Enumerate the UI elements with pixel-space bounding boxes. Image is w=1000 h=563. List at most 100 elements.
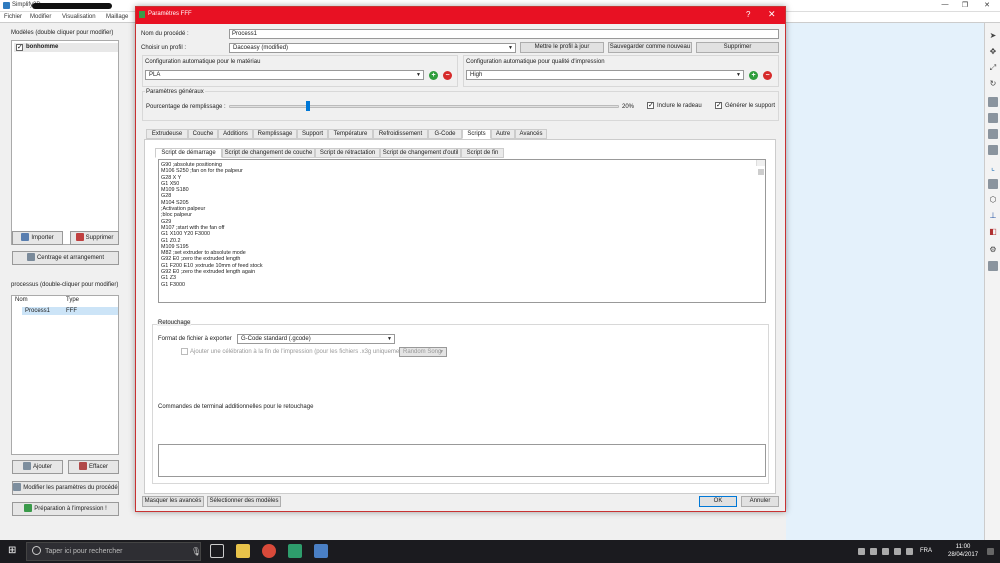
minimize-button[interactable]: —: [935, 1, 955, 11]
erase-process-button[interactable]: Effacer: [68, 460, 119, 474]
bed-icon[interactable]: [988, 261, 998, 271]
section-icon[interactable]: ◧: [988, 227, 998, 237]
select-cursor-icon[interactable]: ➤: [988, 31, 998, 41]
menu-file[interactable]: Fichier: [4, 14, 22, 20]
zoom-fit-icon[interactable]: ⤢: [988, 63, 998, 73]
hide-advanced-button[interactable]: Masquer les avancés: [142, 496, 204, 507]
tab-temperature[interactable]: Température: [328, 129, 373, 139]
tray-chevron-icon[interactable]: [858, 548, 865, 555]
quality-select[interactable]: High ▼: [466, 70, 744, 80]
microphone-icon[interactable]: 🎙: [191, 547, 201, 556]
list-item[interactable]: bonhomme: [14, 43, 118, 52]
start-script-textarea[interactable]: G90 ;absolute positioning M106 S250 ;fan…: [158, 159, 766, 303]
tray-app-icon[interactable]: [882, 548, 889, 555]
view-top-icon[interactable]: [988, 129, 998, 139]
cancel-button[interactable]: Annuler: [741, 496, 779, 507]
add-quality-button[interactable]: +: [749, 71, 758, 80]
tab-layer[interactable]: Couche: [188, 129, 218, 139]
tray-security-icon[interactable]: [870, 548, 877, 555]
view-side-icon[interactable]: [988, 145, 998, 155]
celebration-song-select[interactable]: Random Song ▼: [399, 347, 447, 357]
chevron-down-icon: ▼: [736, 72, 741, 78]
tab-infill[interactable]: Remplissage: [253, 129, 297, 139]
remove-quality-button[interactable]: −: [763, 71, 772, 80]
select-models-button[interactable]: Sélectionner des modèles: [207, 496, 281, 507]
subtab-start-script[interactable]: Script de démarrage: [155, 148, 222, 158]
process-name-input[interactable]: Process1: [229, 29, 779, 39]
tab-extruder[interactable]: Extrudeuse: [146, 129, 188, 139]
infill-slider[interactable]: [229, 105, 619, 108]
center-arrange-button[interactable]: Centrage et arrangement: [12, 251, 119, 265]
infill-slider-handle[interactable]: [306, 101, 310, 111]
tab-support[interactable]: Support: [297, 129, 328, 139]
remove-material-button[interactable]: −: [443, 71, 452, 80]
ok-button[interactable]: OK: [699, 496, 737, 507]
clock[interactable]: 11:00 28/04/2017: [948, 543, 978, 559]
save-new-profile-button[interactable]: Sauvegarder comme nouveau: [608, 42, 692, 53]
models-list[interactable]: bonhomme: [11, 40, 119, 245]
modify-process-button[interactable]: Modifier les paramètres du procédé: [12, 481, 119, 495]
move-icon[interactable]: ✥: [988, 47, 998, 57]
update-profile-button[interactable]: Mettre le profil à jour: [520, 42, 604, 53]
tab-other[interactable]: Autre: [491, 129, 515, 139]
menu-view[interactable]: Visualisation: [62, 14, 96, 20]
celebration-checkbox[interactable]: [181, 348, 188, 355]
tab-gcode[interactable]: G-Code: [428, 129, 462, 139]
import-button[interactable]: Importer: [12, 231, 63, 245]
menu-mesh[interactable]: Maillage: [106, 14, 128, 20]
taskbar-search[interactable]: Taper ici pour rechercher 🎙: [26, 542, 201, 561]
tab-scripts[interactable]: Scripts: [462, 129, 491, 139]
restore-button[interactable]: ❐: [955, 1, 975, 11]
model-visible-checkbox[interactable]: [16, 43, 23, 51]
support-checkbox[interactable]: [715, 101, 722, 109]
subtab-end-script[interactable]: Script de fin: [461, 148, 504, 158]
tab-advanced[interactable]: Avancés: [515, 129, 547, 139]
file-explorer-icon[interactable]: [236, 544, 250, 558]
close-dialog-button[interactable]: ✕: [768, 9, 776, 20]
material-select[interactable]: PLA ▼: [145, 70, 424, 80]
profile-select[interactable]: Dacoeasy (modified) ▼: [229, 43, 516, 53]
add-material-button[interactable]: +: [429, 71, 438, 80]
3d-viewport[interactable]: [786, 23, 984, 540]
view-iso-icon[interactable]: [988, 97, 998, 107]
export-format-select[interactable]: G-Code standard (.gcode) ▼: [237, 334, 395, 344]
script-scrollbar[interactable]: [756, 160, 765, 176]
windows-start-icon[interactable]: ⊞: [8, 545, 20, 557]
subtab-layer-change-script[interactable]: Script de changement de couche: [222, 148, 315, 158]
taskbar: ⊞ Taper ici pour rechercher 🎙 FRA 11:00 …: [0, 540, 1000, 563]
subtab-retraction-script[interactable]: Script de rétractation: [315, 148, 380, 158]
help-button[interactable]: ?: [746, 10, 750, 19]
input-language[interactable]: FRA: [920, 548, 932, 554]
process-table[interactable]: Nom Type Process1 FFF: [11, 295, 119, 455]
gear-icon[interactable]: ⚙: [988, 245, 998, 255]
axes-icon[interactable]: ⌞: [988, 163, 998, 173]
terminal-commands-textarea[interactable]: [158, 444, 766, 477]
table-row[interactable]: Process1 FFF: [22, 307, 118, 315]
view-front-icon[interactable]: [988, 113, 998, 123]
chrome-icon[interactable]: [262, 544, 276, 558]
solid-view-icon[interactable]: [988, 179, 998, 189]
cut-plane-icon[interactable]: ⊥: [988, 211, 998, 221]
script-scrollbar-thumb[interactable]: [758, 169, 764, 176]
rotate-icon[interactable]: ↻: [988, 79, 998, 89]
simplify3d-taskbar-icon[interactable]: [314, 544, 328, 558]
raft-checkbox[interactable]: [647, 101, 654, 109]
close-app-button[interactable]: ✕: [977, 1, 997, 11]
import-icon: [21, 233, 30, 242]
prepare-print-button[interactable]: Préparation à l'impression !: [12, 502, 119, 516]
app-icon[interactable]: [288, 544, 302, 558]
delete-profile-button[interactable]: Supprimer: [696, 42, 779, 53]
delete-model-button[interactable]: Supprimer: [70, 231, 119, 245]
tab-cooling[interactable]: Refroidissement: [373, 129, 428, 139]
notifications-icon[interactable]: [987, 548, 994, 555]
network-icon[interactable]: [894, 548, 901, 555]
add-process-button[interactable]: Ajouter: [12, 460, 63, 474]
task-view-icon[interactable]: [210, 544, 224, 558]
delete-icon: [75, 233, 84, 242]
menu-edit[interactable]: Modifier: [30, 14, 51, 20]
tab-additions[interactable]: Additions: [218, 129, 253, 139]
subtab-tool-change-script[interactable]: Script de changement d'outil: [380, 148, 461, 158]
wireframe-icon[interactable]: ⬡: [988, 195, 998, 205]
general-settings-title: Paramètres généraux: [145, 89, 205, 95]
volume-icon[interactable]: [906, 548, 913, 555]
